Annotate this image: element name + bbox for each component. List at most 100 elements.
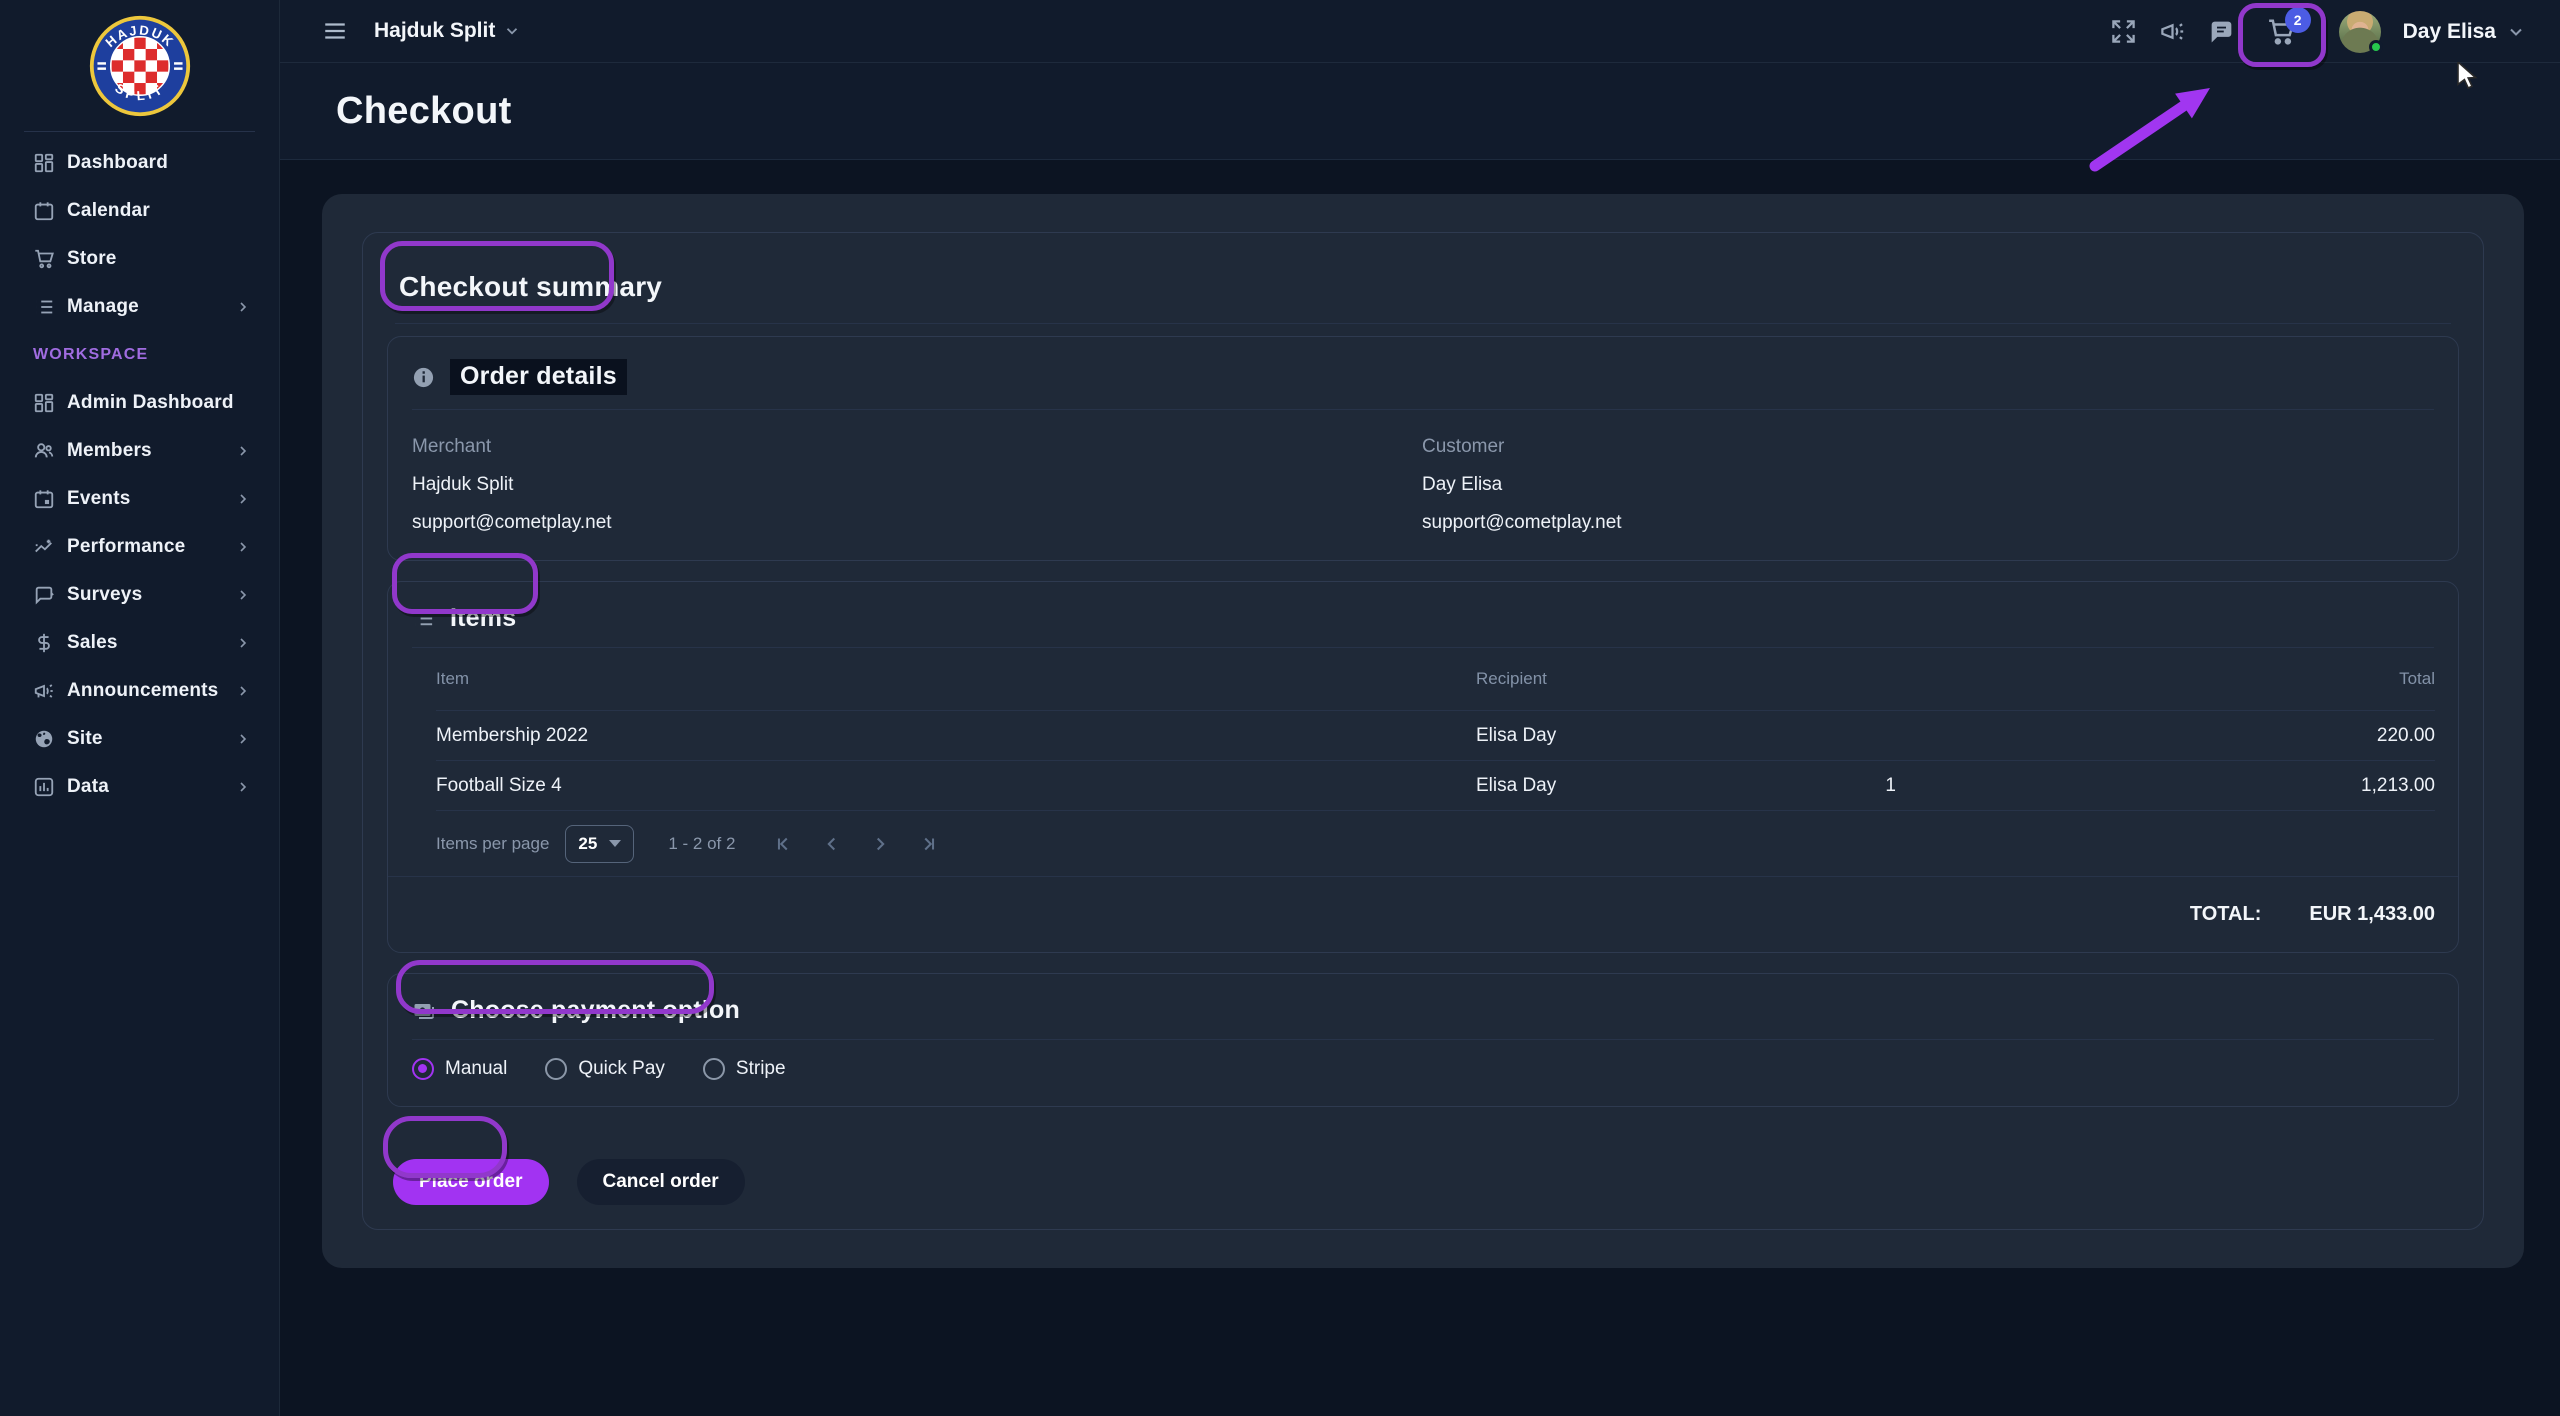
page-size-select[interactable]: 25: [565, 825, 634, 863]
cell-item: Football Size 4: [436, 775, 1476, 797]
sidebar-item-sales[interactable]: Sales: [0, 619, 279, 667]
menu-icon[interactable]: [322, 18, 348, 44]
chevron-right-icon: [235, 779, 251, 795]
sidebar-item-performance[interactable]: Performance: [0, 523, 279, 571]
next-page-button[interactable]: [869, 833, 891, 855]
sidebar-item-events[interactable]: Events: [0, 475, 279, 523]
table-row[interactable]: Membership 2022 Elisa Day 220.00: [436, 710, 2435, 760]
customer-block: Customer Day Elisa support@cometplay.net: [1422, 426, 2434, 534]
payment-title: Choose payment option: [451, 996, 740, 1025]
radio-icon: [703, 1058, 725, 1080]
avatar[interactable]: [2339, 11, 2381, 53]
sidebar-item-label: Calendar: [67, 200, 150, 222]
merchant-block: Merchant Hajduk Split support@cometplay.…: [412, 426, 1422, 534]
chevron-right-icon: [235, 299, 251, 315]
sidebar-item-label: Performance: [67, 536, 185, 558]
chevron-right-icon: [235, 443, 251, 459]
sidebar-item-dashboard[interactable]: Dashboard: [0, 139, 279, 187]
sidebar-item-data[interactable]: Data: [0, 763, 279, 811]
chevron-right-icon: [235, 539, 251, 555]
order-details-title: Order details: [450, 359, 627, 395]
sidebar-item-label: Manage: [67, 296, 139, 318]
megaphone-icon: [33, 680, 55, 702]
sidebar-item-store[interactable]: Store: [0, 235, 279, 283]
cart-icon: [33, 248, 55, 270]
radio-icon: [545, 1058, 567, 1080]
payment-option-stripe[interactable]: Stripe: [703, 1058, 786, 1080]
sidebar-item-label: Surveys: [67, 584, 142, 606]
dollar-icon: [33, 632, 55, 654]
topbar-actions: 2 Day Elisa: [2110, 0, 2526, 63]
list-icon: [412, 607, 435, 630]
sidebar-item-announcements[interactable]: Announcements: [0, 667, 279, 715]
payment-option-label: Quick Pay: [578, 1058, 665, 1080]
customer-email: support@cometplay.net: [1422, 512, 2434, 534]
fullscreen-icon[interactable]: [2110, 18, 2137, 45]
table-header-row: Item Recipient Total: [436, 648, 2435, 710]
sidebar-item-members[interactable]: Members: [0, 427, 279, 475]
topbar: Hajduk Split 2 Day Elisa: [280, 0, 2560, 63]
cell-qty: 1: [1856, 775, 1896, 797]
calendar-event-icon: [33, 488, 55, 510]
page-title: Checkout: [336, 90, 512, 133]
chevron-down-icon: [2506, 22, 2526, 42]
checkout-summary-panel: Checkout summary Order details Merchant …: [362, 232, 2484, 1230]
chat-icon[interactable]: [2208, 18, 2235, 45]
sidebar-item-label: Site: [67, 728, 103, 750]
info-icon: [412, 366, 435, 389]
place-order-button[interactable]: Place order: [393, 1159, 549, 1205]
dashboard-icon: [33, 152, 55, 174]
customer-name: Day Elisa: [1422, 474, 2434, 496]
megaphone-icon[interactable]: [2159, 18, 2186, 45]
sidebar-item-site[interactable]: Site: [0, 715, 279, 763]
items-title: Items: [450, 604, 516, 633]
caret-down-icon: [609, 840, 621, 847]
sidebar-item-manage[interactable]: Manage: [0, 283, 279, 331]
pagination: Items per page 25 1 - 2 of 2: [436, 810, 2435, 876]
chat-icon: [33, 584, 55, 606]
sidebar: HAJDUK SPLIT Dashboard Calendar Store Ma…: [0, 0, 280, 1416]
club-switcher[interactable]: Hajduk Split: [374, 19, 521, 43]
sidebar-item-label: Members: [67, 440, 152, 462]
chevron-right-icon: [235, 587, 251, 603]
prev-page-button[interactable]: [821, 833, 843, 855]
sidebar-item-surveys[interactable]: Surveys: [0, 571, 279, 619]
sidebar-item-calendar[interactable]: Calendar: [0, 187, 279, 235]
cart-count-badge: 2: [2285, 7, 2311, 33]
sidebar-item-admin-dashboard[interactable]: Admin Dashboard: [0, 379, 279, 427]
col-total: Total: [1896, 669, 2435, 689]
workspace-section-label: WORKSPACE: [0, 331, 279, 379]
merchant-name: Hajduk Split: [412, 474, 1422, 496]
checkout-card: Checkout summary Order details Merchant …: [322, 194, 2524, 1268]
total-value: EUR 1,433.00: [2309, 903, 2435, 926]
last-page-button[interactable]: [917, 833, 939, 855]
payment-option-quick-pay[interactable]: Quick Pay: [545, 1058, 665, 1080]
hajduk-split-logo: HAJDUK SPLIT: [88, 14, 192, 118]
online-status-dot: [2369, 40, 2383, 54]
first-page-button[interactable]: [773, 833, 795, 855]
chevron-down-icon: [503, 22, 521, 40]
user-menu[interactable]: Day Elisa: [2403, 20, 2526, 44]
cancel-order-button[interactable]: Cancel order: [577, 1159, 745, 1205]
payment-options: Manual Quick Pay Stripe: [388, 1040, 2458, 1106]
divider: [395, 323, 2451, 324]
chevron-right-icon: [235, 731, 251, 747]
cart-button[interactable]: 2: [2259, 10, 2303, 54]
main-area: Hajduk Split 2 Day Elisa Checkout: [280, 0, 2560, 1416]
col-item: Item: [436, 669, 1476, 689]
payment-card: Choose payment option Manual Quick Pay: [387, 973, 2459, 1107]
people-icon: [33, 440, 55, 462]
cell-total: 1,213.00: [1896, 775, 2435, 797]
radio-selected-icon: [412, 1058, 434, 1080]
customer-label: Customer: [1422, 436, 2434, 458]
col-recipient: Recipient: [1476, 669, 1856, 689]
payment-option-label: Stripe: [736, 1058, 786, 1080]
chevron-right-icon: [235, 635, 251, 651]
bar-chart-icon: [33, 776, 55, 798]
sidebar-nav: Dashboard Calendar Store Manage WORKSPAC…: [0, 139, 279, 811]
dashboard-icon: [33, 392, 55, 414]
payment-option-manual[interactable]: Manual: [412, 1058, 507, 1080]
payment-option-label: Manual: [445, 1058, 507, 1080]
table-row[interactable]: Football Size 4 Elisa Day 1 1,213.00: [436, 760, 2435, 810]
sidebar-item-label: Dashboard: [67, 152, 168, 174]
